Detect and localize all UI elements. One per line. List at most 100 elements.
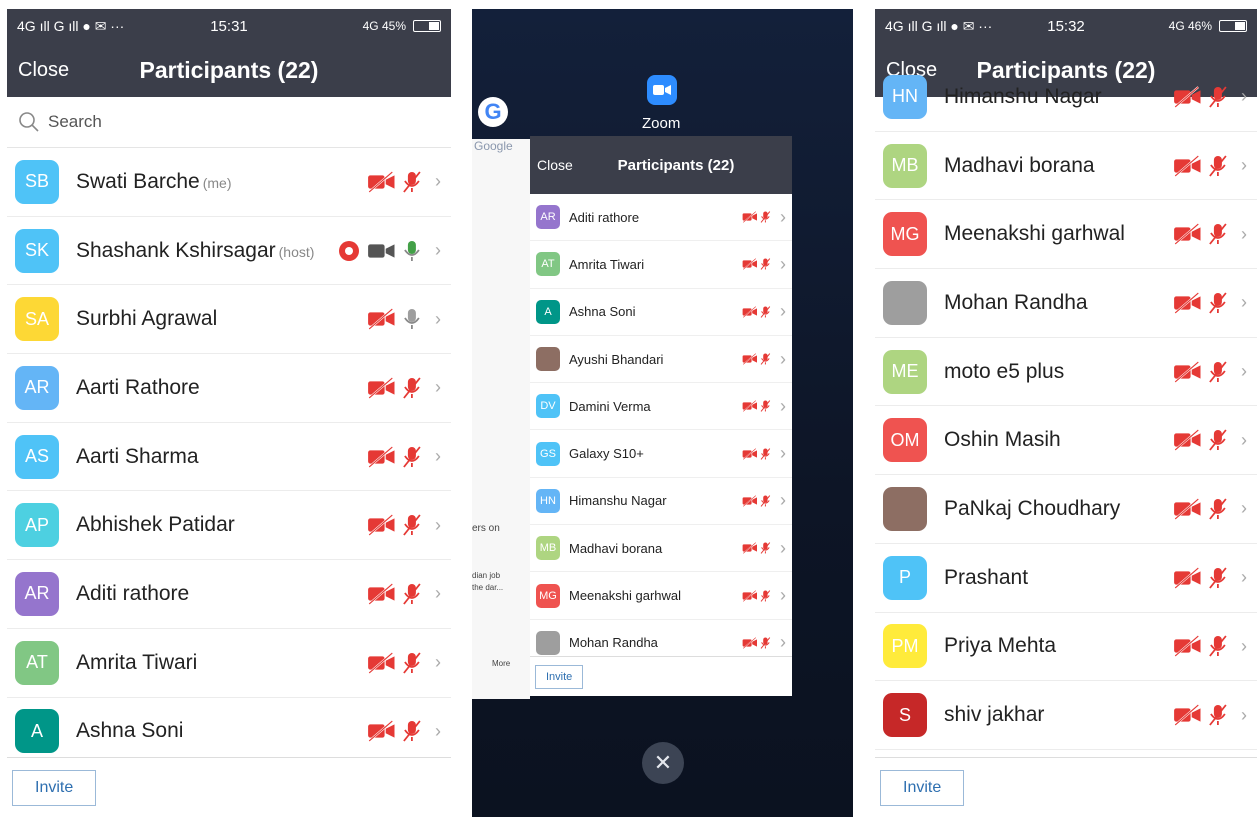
participant-row[interactable]: AT Amrita Tiwari › [7,629,451,698]
participant-controls: › [367,308,441,330]
participant-controls: › [1173,566,1247,589]
participant-controls: › [1173,292,1247,314]
participant-row[interactable]: Mohan Randha › [875,269,1257,338]
participant-row[interactable]: AR Aarti Rathore › [7,354,451,423]
chevron-right-icon[interactable]: › [1241,636,1247,657]
participant-name: Aditi rathore [76,582,189,606]
avatar: A [15,709,59,754]
participant-controls: › [742,632,786,653]
search-input[interactable]: Search [7,97,451,148]
chevron-right-icon[interactable]: › [780,538,786,559]
participant-row[interactable]: S shiv jakhar › [875,681,1257,750]
participant-row[interactable]: Ayushi Bhandari › [530,336,792,384]
participant-row[interactable]: HN Himanshu Nagar › [875,63,1257,132]
chevron-right-icon[interactable]: › [435,583,441,604]
chevron-right-icon[interactable]: › [780,301,786,322]
chevron-right-icon[interactable]: › [1241,498,1247,519]
invite-button[interactable]: Invite [535,664,584,689]
chevron-right-icon[interactable]: › [435,171,441,192]
participant-controls: › [742,585,786,606]
participant-controls: › [1173,154,1247,177]
chevron-right-icon[interactable]: › [780,254,786,275]
search-placeholder: Search [48,112,102,131]
mic-icon [404,309,420,330]
participant-row[interactable]: AS Aarti Sharma › [7,423,451,492]
chevron-right-icon[interactable]: › [1241,705,1247,726]
participant-row[interactable]: MG Meenakshi garhwal › [875,200,1257,270]
participant-row[interactable]: PaNkaj Choudhary › [875,475,1257,544]
chevron-right-icon[interactable]: › [1241,292,1247,313]
chevron-right-icon[interactable]: › [435,309,441,330]
avatar: AR [15,365,59,410]
chevron-right-icon[interactable]: › [435,652,441,673]
invite-button[interactable]: Invite [12,769,97,806]
mic-muted-icon [1209,635,1227,657]
participant-row[interactable]: AP Abhishek Patidar › [7,491,451,561]
participant-row[interactable]: A Ashna Soni › [530,289,792,336]
participant-row[interactable]: AR Aditi rathore › [7,560,451,629]
chevron-right-icon[interactable]: › [780,632,786,653]
chevron-right-icon[interactable]: › [435,721,441,742]
chevron-right-icon[interactable]: › [1241,86,1247,107]
page-title: Participants (22) [139,56,319,83]
participant-row[interactable]: HN Himanshu Nagar › [530,478,792,526]
participant-row[interactable]: ME moto e5 plus › [875,338,1257,407]
participant-name: Damini Verma [569,399,651,414]
close-icon[interactable]: ✕ [642,742,684,784]
chevron-right-icon[interactable]: › [780,585,786,606]
participant-row[interactable]: DV Damini Verma › [530,383,792,431]
participant-row[interactable]: GS Galaxy S10+ › [530,430,792,478]
close-button[interactable]: Close [18,59,69,82]
participant-list: HN Himanshu Nagar › MB Madhavi borana › MG… [875,63,1257,750]
participant-row[interactable]: MB Madhavi borana › [875,132,1257,201]
battery-text: 4G 45% [362,19,406,33]
chevron-right-icon[interactable]: › [1241,155,1247,176]
participant-row[interactable]: AR Aditi rathore › [530,194,792,242]
chevron-right-icon[interactable]: › [1241,224,1247,245]
close-button[interactable]: Close [537,157,573,173]
participant-row[interactable]: SK Shashank Kshirsagar (host) › [7,217,451,286]
participant-row[interactable]: MG Meenakshi garhwal › [530,572,792,620]
participant-name: Himanshu Nagar [569,493,667,508]
participant-controls: › [742,349,786,370]
chevron-right-icon[interactable]: › [780,349,786,370]
participant-name: Amrita Tiwari [569,257,644,272]
participant-row[interactable]: SB Swati Barche (me) › [7,148,451,217]
google-app-card[interactable] [472,139,530,699]
chevron-right-icon[interactable]: › [1241,361,1247,382]
participant-name: Abhishek Patidar [76,513,235,537]
chevron-right-icon[interactable]: › [780,396,786,417]
video-off-icon [367,514,395,537]
participant-row[interactable]: P Prashant › [875,544,1257,613]
participant-row[interactable]: OM Oshin Masih › [875,406,1257,476]
chevron-right-icon[interactable]: › [435,515,441,536]
invite-button[interactable]: Invite [880,769,965,806]
video-off-icon [1173,223,1201,245]
chevron-right-icon[interactable]: › [780,490,786,511]
participant-row[interactable]: MB Madhavi borana › [530,525,792,573]
participant-row[interactable]: SA Surbhi Agrawal › [7,285,451,355]
mic-muted-icon [760,258,771,271]
status-bar: 4G ıll G ıll ● ✉ ··· 15:32 4G 46% [875,9,1257,43]
chevron-right-icon[interactable]: › [1241,430,1247,451]
mic-muted-icon [1209,154,1227,177]
participant-controls: › [338,240,441,262]
chevron-right-icon[interactable]: › [435,377,441,398]
avatar-initials: MB [891,155,919,176]
avatar-initials: P [898,567,911,588]
chevron-right-icon[interactable]: › [1241,567,1247,588]
participant-name: Swati Barche (me) [76,170,232,194]
battery-icon [1219,20,1248,32]
participant-controls: › [742,443,786,464]
chevron-right-icon[interactable]: › [780,207,786,228]
chevron-right-icon[interactable]: › [780,443,786,464]
mic-muted-icon [403,377,421,399]
participant-row[interactable]: AT Amrita Tiwari › [530,241,792,289]
zoom-app-card[interactable]: Close Participants (22) AR Aditi rathore… [530,136,792,696]
chevron-right-icon[interactable]: › [435,446,441,467]
chevron-right-icon[interactable]: › [435,240,441,261]
participant-row[interactable]: A Ashna Soni › [7,698,451,767]
mic-muted-icon [403,652,421,674]
right-screen: 4G ıll G ıll ● ✉ ··· 15:32 4G 46% Close … [875,9,1257,817]
participant-row[interactable]: PM Priya Mehta › [875,613,1257,682]
